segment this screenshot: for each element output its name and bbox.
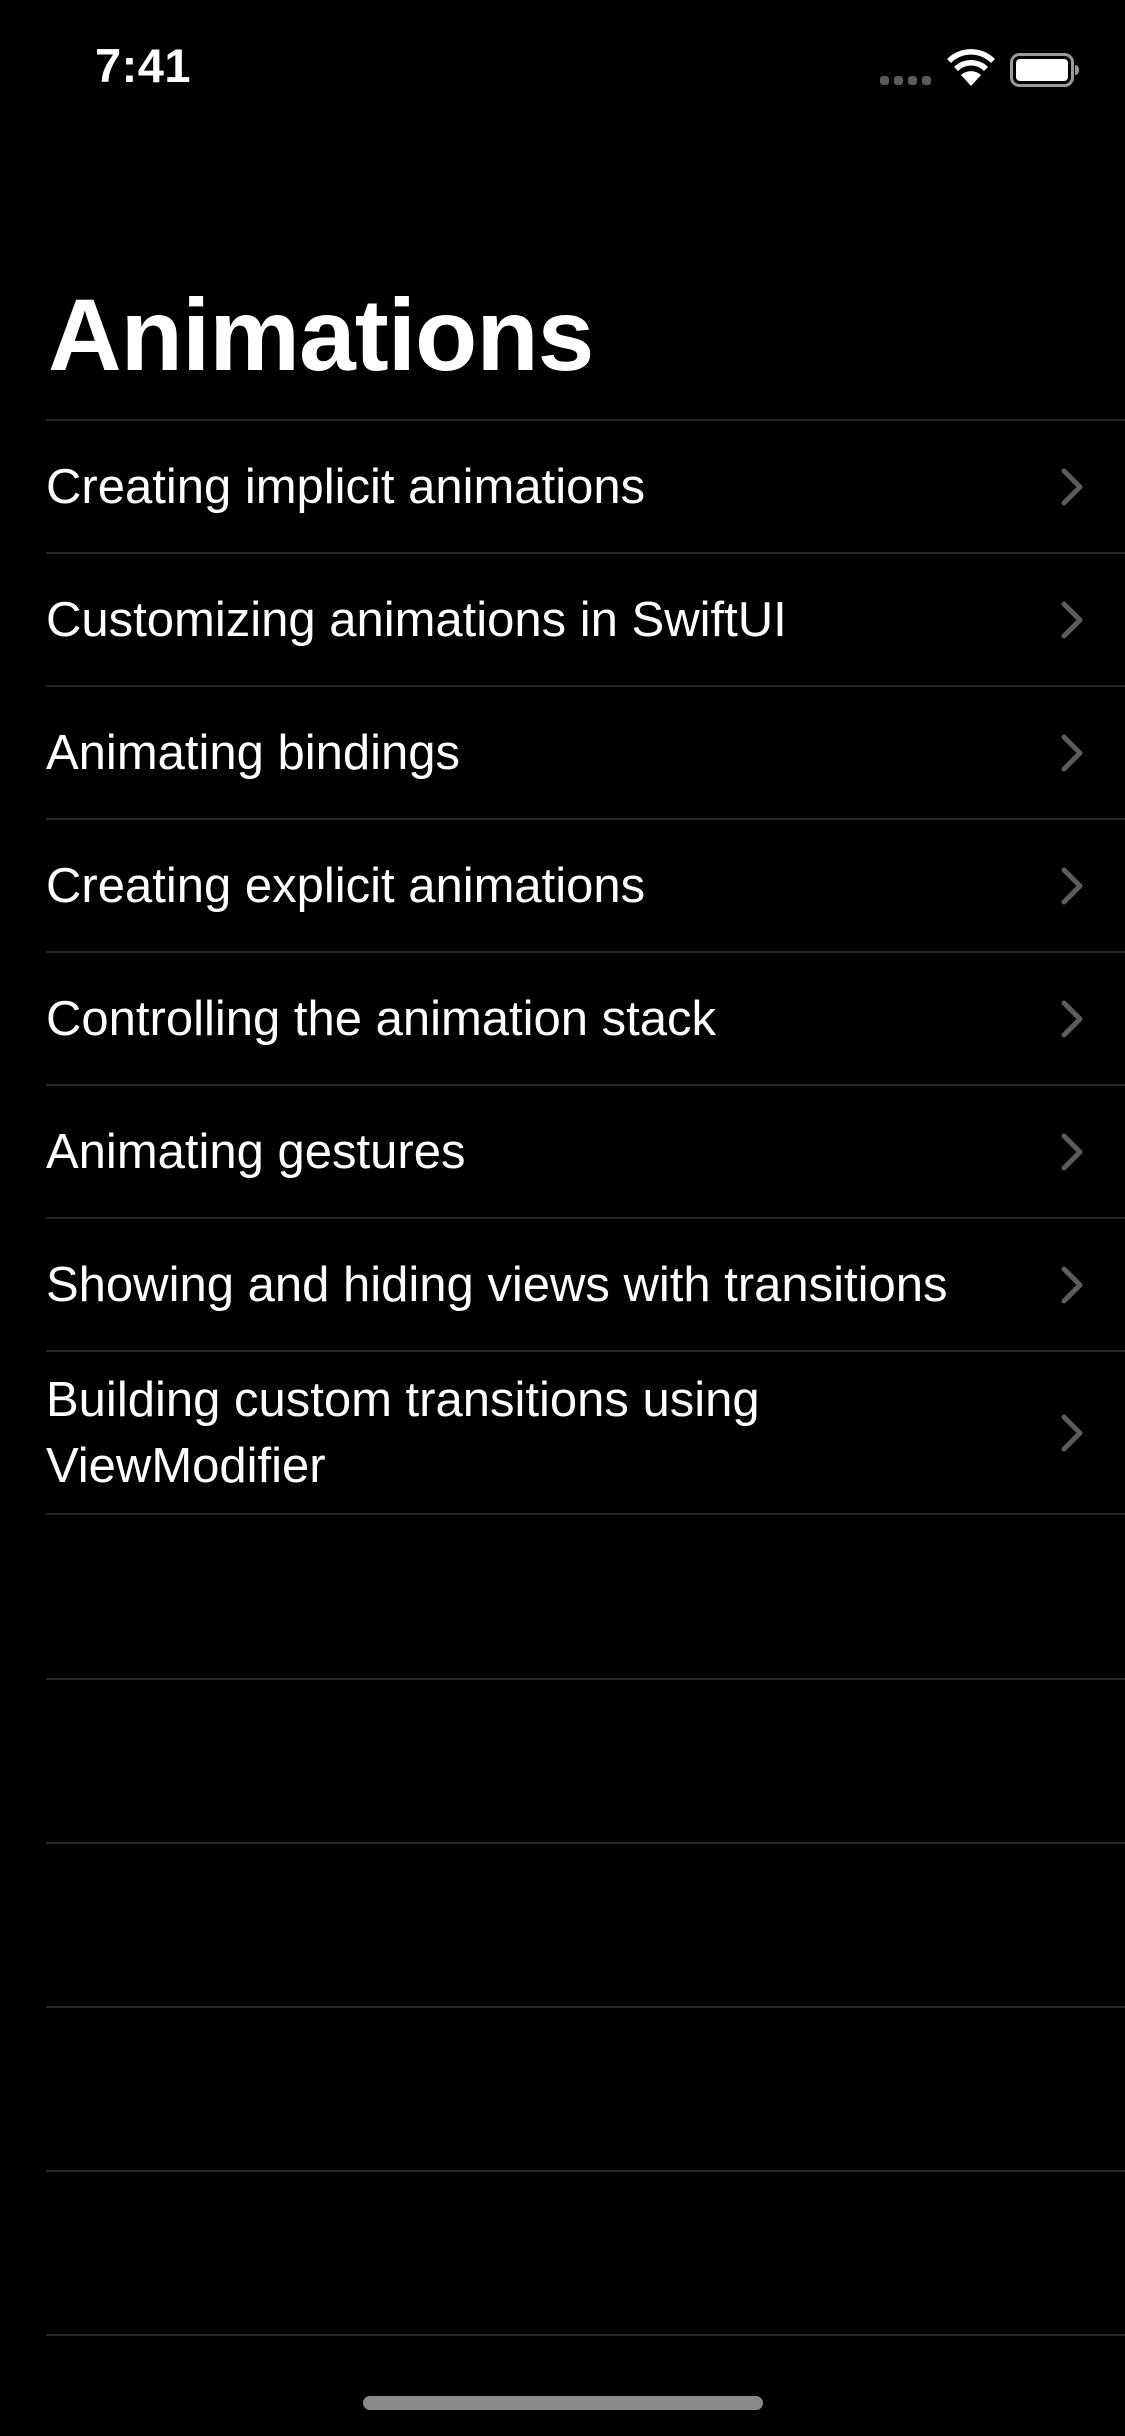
list-item[interactable]: Animating bindings [0,687,1125,818]
wifi-icon [947,49,995,86]
chevron-right-icon [1061,468,1083,505]
list-separator [46,2170,1125,2172]
cellular-signal-icon [880,76,932,86]
list-item-label: Showing and hiding views with transition… [46,1257,948,1312]
list-separator [46,2006,1125,2008]
list-item-label: Customizing animations in SwiftUI [46,592,787,647]
list-separator [46,1678,1125,1680]
list-item-label: Animating gestures [46,1124,466,1179]
list-item[interactable]: Creating explicit animations [0,820,1125,951]
chevron-right-icon [1061,601,1083,638]
list-item[interactable]: Showing and hiding views with transition… [0,1219,1125,1350]
list-item[interactable]: Animating gestures [0,1086,1125,1217]
chevron-right-icon [1061,1000,1083,1037]
chevron-right-icon [1061,1266,1083,1303]
chevron-right-icon [1061,1414,1083,1451]
chevron-right-icon [1061,734,1083,771]
list-separator [46,1513,1125,1515]
list-item-label: Building custom transitions using ViewMo… [46,1372,760,1493]
status-bar: 7:41 [0,0,1125,140]
page-title: Animations [48,278,594,392]
list-item-label: Controlling the animation stack [46,991,717,1046]
list-item[interactable]: Creating implicit animations [0,421,1125,552]
chevron-right-icon [1061,867,1083,904]
home-indicator[interactable] [363,2396,763,2410]
list-separator [46,1842,1125,1844]
list-item-label: Creating explicit animations [46,858,646,913]
list-item[interactable]: Building custom transitions using ViewMo… [0,1352,1125,1513]
list-separator [46,2334,1125,2336]
list-item[interactable]: Customizing animations in SwiftUI [0,554,1125,685]
list-item[interactable]: Controlling the animation stack [0,953,1125,1084]
chevron-right-icon [1061,1133,1083,1170]
battery-icon [1010,53,1079,87]
list-item-label: Creating implicit animations [46,459,646,514]
list-item-label: Animating bindings [46,725,461,780]
status-time: 7:41 [95,39,192,92]
